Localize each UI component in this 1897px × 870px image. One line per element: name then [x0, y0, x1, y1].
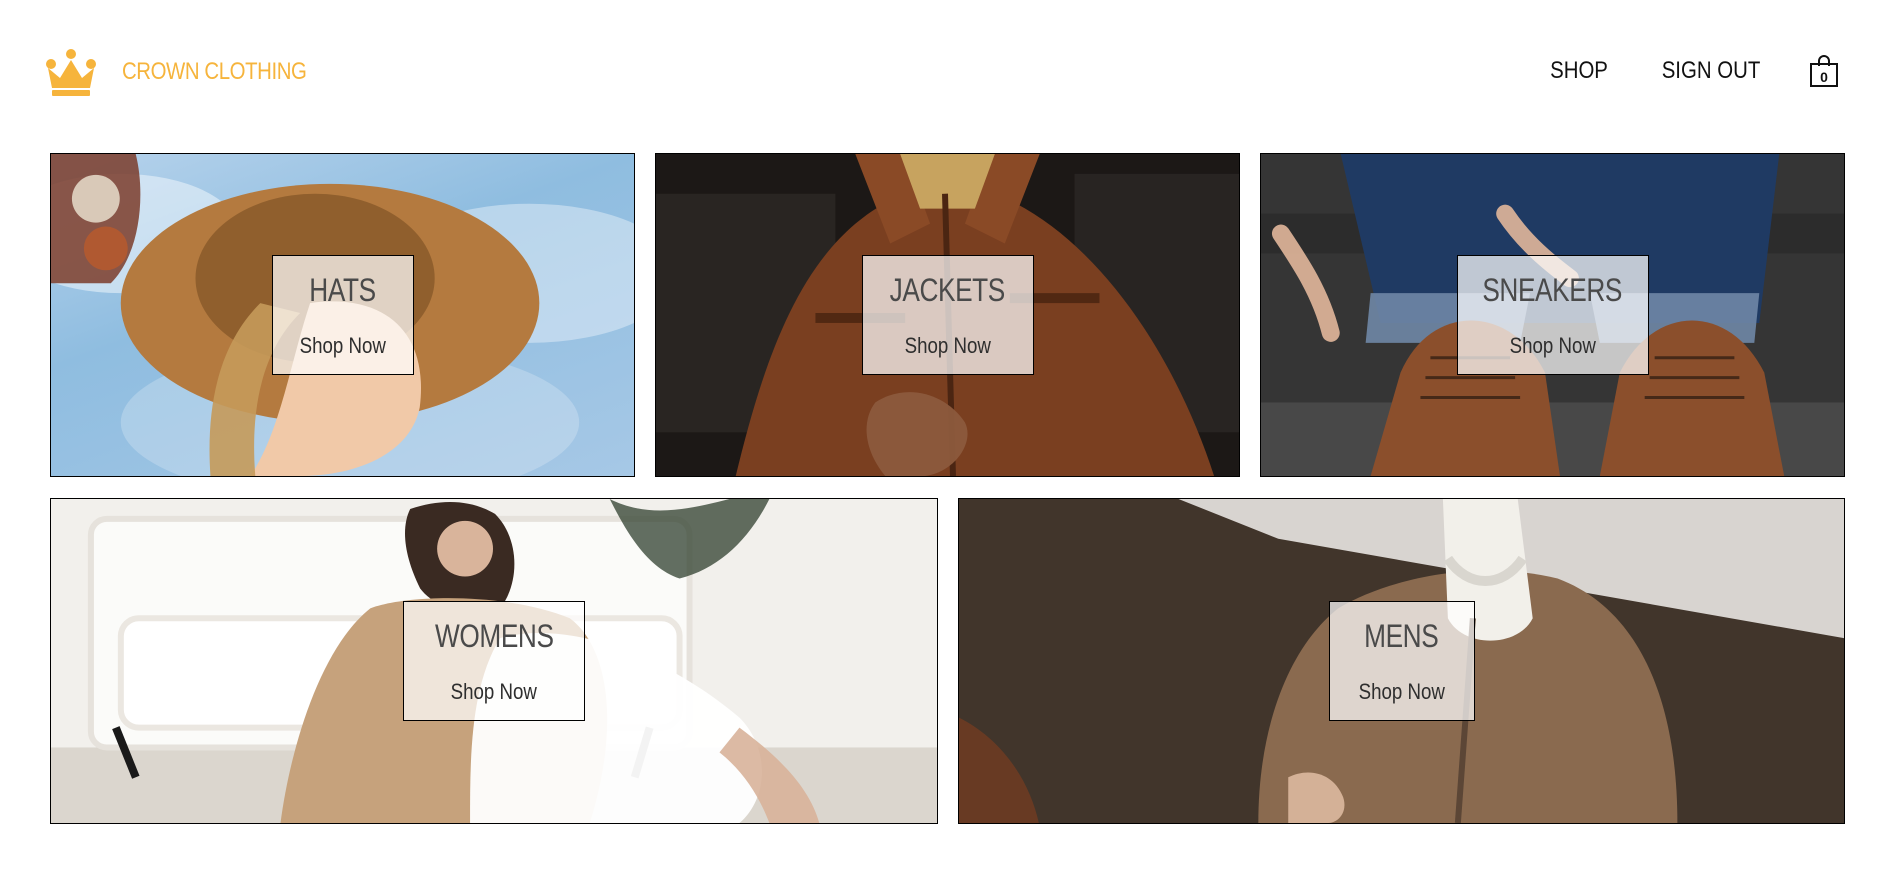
- category-label-box: SNEAKERS Shop Now: [1456, 255, 1649, 375]
- category-tile-jackets[interactable]: JACKETS Shop Now: [655, 153, 1240, 477]
- category-tile-mens[interactable]: MENS Shop Now: [958, 498, 1845, 824]
- category-tile-sneakers[interactable]: SNEAKERS Shop Now: [1260, 153, 1845, 477]
- category-label-box: HATS Shop Now: [271, 255, 414, 375]
- shop-now-text: Shop Now: [1358, 678, 1445, 704]
- home-logo-link[interactable]: CROWN CLOTHING: [44, 48, 339, 96]
- nav-links: SHOP SIGN OUT 0: [1545, 54, 1839, 88]
- category-title: SNEAKERS: [1482, 271, 1623, 308]
- nav-link-shop[interactable]: SHOP: [1550, 57, 1608, 85]
- category-title: WOMENS: [434, 617, 554, 654]
- shop-now-text: Shop Now: [1509, 332, 1596, 358]
- category-label-box: MENS Shop Now: [1328, 601, 1475, 721]
- category-tile-womens[interactable]: WOMENS Shop Now: [50, 498, 938, 824]
- crown-icon: [46, 49, 96, 96]
- nav-link-sign-out[interactable]: SIGN OUT: [1662, 57, 1761, 85]
- shop-now-text: Shop Now: [904, 332, 991, 358]
- brand-name: CROWN CLOTHING: [122, 58, 307, 85]
- top-navbar: CROWN CLOTHING SHOP SIGN OUT 0: [0, 0, 1897, 145]
- shop-now-text: Shop Now: [450, 678, 538, 704]
- category-label-box: JACKETS Shop Now: [861, 255, 1034, 375]
- category-tile-hats[interactable]: HATS Shop Now: [50, 153, 635, 477]
- category-label-box: WOMENS Shop Now: [403, 601, 585, 721]
- shop-now-text: Shop Now: [299, 332, 386, 358]
- cart-button[interactable]: 0: [1809, 54, 1839, 88]
- category-title: MENS: [1364, 617, 1439, 654]
- category-title: HATS: [309, 271, 376, 308]
- category-title: JACKETS: [889, 271, 1006, 308]
- cart-count: 0: [1820, 69, 1828, 85]
- category-grid: HATS Shop Now JACKETS Shop Now SNEAKERS …: [50, 153, 1845, 824]
